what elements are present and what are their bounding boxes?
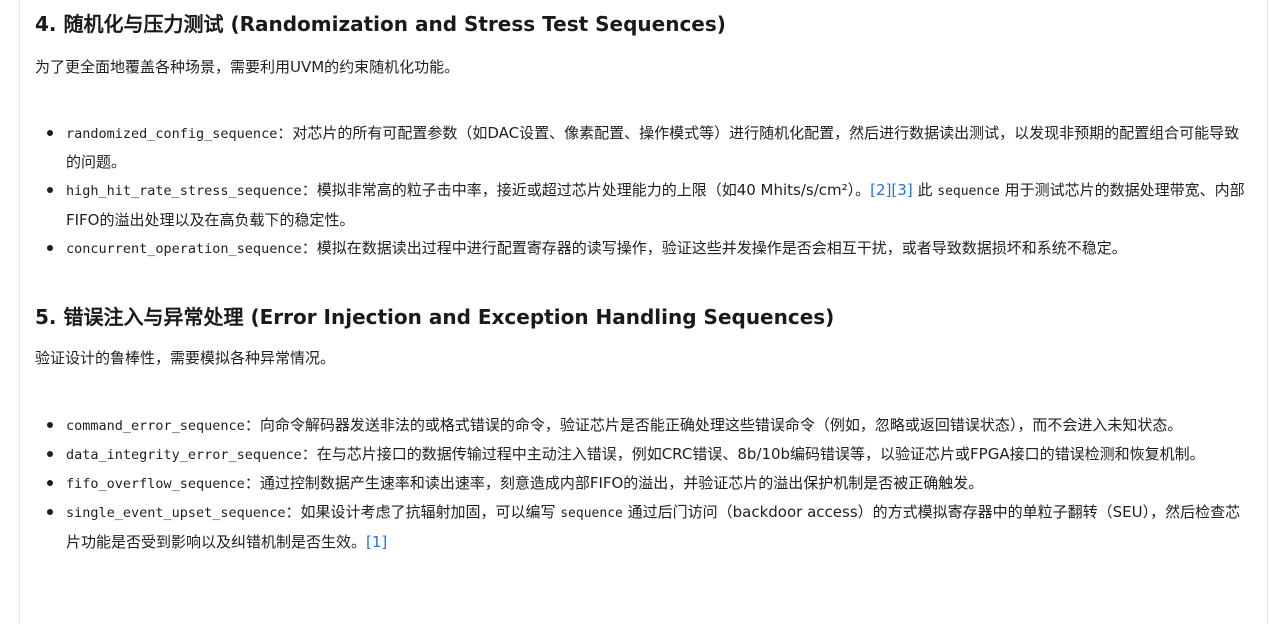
section-5-intro: 验证设计的鲁棒性，需要模拟各种异常情况。 — [35, 349, 336, 367]
list-item: high_hit_rate_stress_sequence：模拟非常高的粒子击中… — [35, 176, 1250, 234]
section-4-list: randomized_config_sequence：对芯片的所有可配置参数（如… — [35, 119, 1250, 263]
sequence-name: single_event_upset_sequence — [66, 505, 286, 521]
item-description: ：向命令解码器发送非法的或格式错误的命令，验证芯片是否能正确处理这些错误命令（例… — [244, 416, 1183, 434]
section-4-heading: 4. 随机化与压力测试 (Randomization and Stress Te… — [35, 12, 726, 36]
citation-link-1[interactable]: 1 — [372, 533, 382, 551]
citation-link-2[interactable]: 2 — [876, 181, 886, 199]
section-5-heading: 5. 错误注入与异常处理 (Error Injection and Except… — [35, 305, 835, 329]
item-description: 此 — [912, 181, 938, 199]
bullet-icon — [47, 245, 53, 251]
citation-bracket: ] — [381, 533, 388, 551]
bullet-icon — [47, 509, 53, 515]
sequence-name: fifo_overflow_sequence — [66, 476, 245, 492]
item-description: ：模拟非常高的粒子击中率，接近或超过芯片处理能力的上限（如40 Mhits/s/… — [301, 181, 871, 199]
sequence-name: data_integrity_error_sequence — [66, 447, 302, 463]
item-description: ：在与芯片接口的数据传输过程中主动注入错误，例如CRC错误、8b/10b编码错误… — [301, 445, 1205, 463]
section-4-intro: 为了更全面地覆盖各种场景，需要利用UVM的约束随机化功能。 — [35, 58, 460, 76]
list-item: command_error_sequence：向命令解码器发送非法的或格式错误的… — [35, 411, 1250, 440]
item-description: ：通过控制数据产生速率和读出速率，刻意造成内部FIFO的溢出，并验证芯片的溢出保… — [244, 474, 984, 492]
section-5-list: command_error_sequence：向命令解码器发送非法的或格式错误的… — [35, 411, 1250, 556]
bullet-icon — [47, 451, 53, 457]
bullet-icon — [47, 130, 53, 136]
sequence-name: concurrent_operation_sequence — [66, 241, 302, 257]
list-item: randomized_config_sequence：对芯片的所有可配置参数（如… — [35, 119, 1250, 176]
citation-bracket: ][ — [885, 181, 898, 199]
sequence-name: randomized_config_sequence — [66, 126, 278, 142]
list-item: data_integrity_error_sequence：在与芯片接口的数据传… — [35, 440, 1250, 469]
citation-link-3[interactable]: 3 — [897, 181, 907, 199]
bullet-icon — [47, 422, 53, 428]
list-item: concurrent_operation_sequence：模拟在数据读出过程中… — [35, 234, 1250, 263]
sequence-name: high_hit_rate_stress_sequence — [66, 183, 302, 199]
inline-code: sequence — [937, 184, 1000, 199]
item-description: ：如果设计考虑了抗辐射加固，可以编写 — [285, 503, 561, 521]
list-item: fifo_overflow_sequence：通过控制数据产生速率和读出速率，刻… — [35, 469, 1250, 498]
item-description: ：模拟在数据读出过程中进行配置寄存器的读写操作，验证这些并发操作是否会相互干扰，… — [301, 239, 1127, 257]
sequence-name: command_error_sequence — [66, 418, 245, 434]
bullet-icon — [47, 187, 53, 193]
list-item: single_event_upset_sequence：如果设计考虑了抗辐射加固… — [35, 498, 1250, 556]
bullet-icon — [47, 480, 53, 486]
inline-code: sequence — [560, 506, 623, 521]
